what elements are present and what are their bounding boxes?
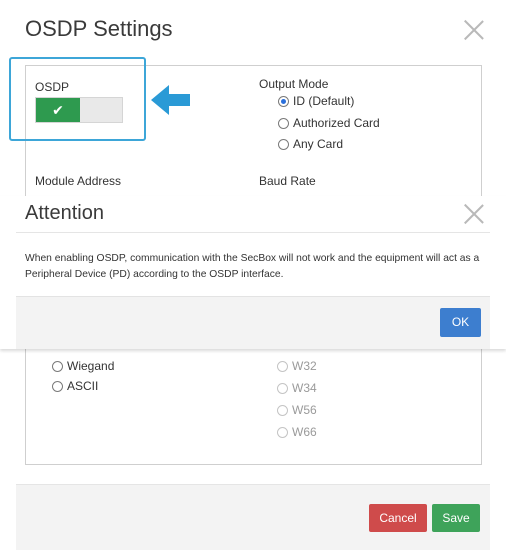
option-label: Any Card xyxy=(293,137,344,151)
highlight-callout-box xyxy=(9,57,146,141)
option-label: W32 xyxy=(292,359,317,373)
option-label: W66 xyxy=(292,425,317,439)
wiegand-option-w56[interactable]: W56 xyxy=(277,403,317,417)
option-label: W56 xyxy=(292,403,317,417)
radio-icon xyxy=(277,382,288,394)
divider xyxy=(16,232,490,233)
wiegand-option-w34[interactable]: W34 xyxy=(277,381,317,395)
modal-title: OSDP Settings xyxy=(25,16,173,41)
option-label: ASCII xyxy=(67,379,99,393)
option-label: ID (Default) xyxy=(293,94,355,108)
output-mode-label: Output Mode xyxy=(259,77,329,91)
option-label: Wiegand xyxy=(67,359,115,373)
radio-icon xyxy=(277,404,288,416)
close-icon[interactable] xyxy=(463,19,485,41)
dialog-message: When enabling OSDP, communication with t… xyxy=(25,253,480,280)
radio-icon xyxy=(52,380,63,392)
wiegand-option-w32[interactable]: W32 xyxy=(277,359,317,373)
radio-icon xyxy=(278,138,289,150)
output-mode-id-default[interactable]: ID (Default) xyxy=(278,94,354,108)
format-option-wiegand[interactable]: Wiegand xyxy=(52,359,114,373)
cancel-button[interactable]: Cancel xyxy=(369,504,427,532)
format-option-ascii[interactable]: ASCII xyxy=(52,379,98,393)
radio-icon xyxy=(278,117,289,129)
option-label: Authorized Card xyxy=(293,116,380,130)
output-mode-authorized-card[interactable]: Authorized Card xyxy=(278,116,380,130)
radio-checked-icon xyxy=(278,95,289,107)
module-address-label: Module Address xyxy=(35,174,122,188)
radio-icon xyxy=(277,426,288,438)
radio-icon xyxy=(277,360,288,372)
attention-dialog: Attention When enabling OSDP, communicat… xyxy=(0,196,506,349)
ok-button[interactable]: OK xyxy=(440,308,481,337)
dialog-title: Attention xyxy=(25,202,104,224)
close-icon[interactable] xyxy=(463,203,485,225)
dialog-footer: OK xyxy=(16,296,490,349)
modal-footer: Cancel Save xyxy=(16,484,490,550)
wiegand-option-w66[interactable]: W66 xyxy=(277,425,317,439)
output-mode-any-card[interactable]: Any Card xyxy=(278,137,343,151)
arrow-left-icon xyxy=(151,85,191,115)
radio-icon xyxy=(52,360,63,372)
save-button[interactable]: Save xyxy=(432,504,480,532)
option-label: W34 xyxy=(292,381,317,395)
baud-rate-label: Baud Rate xyxy=(259,174,316,188)
